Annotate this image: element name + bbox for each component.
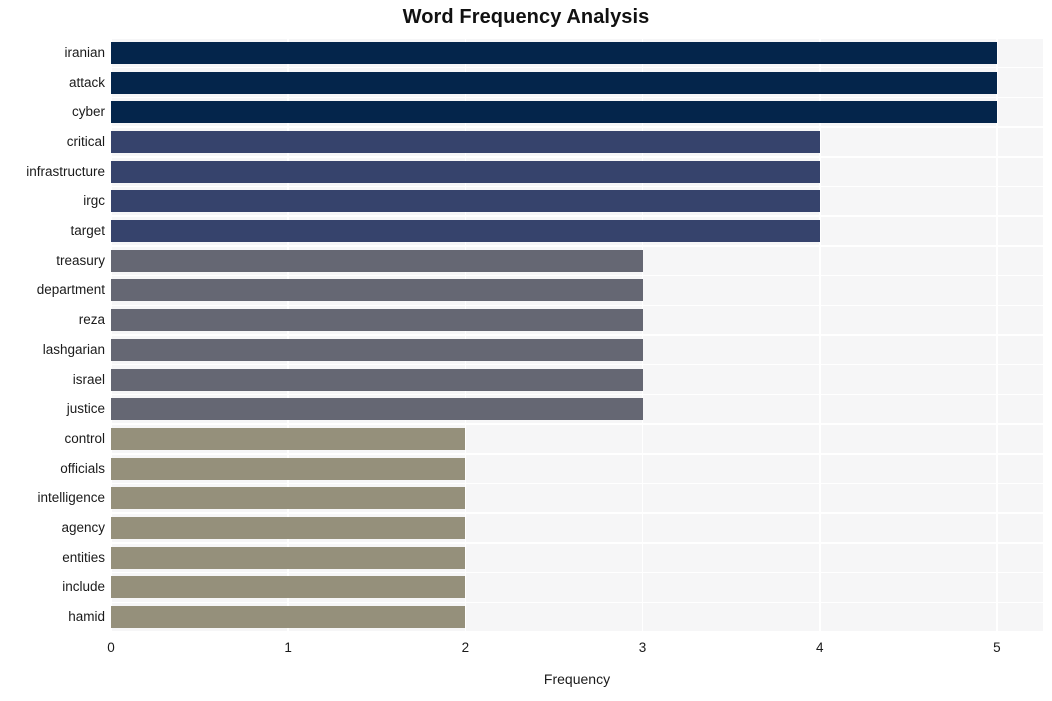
- bar: [111, 130, 820, 153]
- gridline-horizontal: [111, 423, 1043, 425]
- bar: [111, 517, 466, 540]
- gridline-horizontal: [111, 304, 1043, 307]
- y-axis-tick-labels: iranian attack cyber critical infrastructure…: [0, 38, 105, 632]
- gridline-horizontal: [111, 185, 1043, 188]
- y-tick-label: lashgarian: [42, 341, 105, 357]
- gridline-horizontal: [111, 215, 1043, 217]
- gridline-horizontal: [111, 334, 1043, 336]
- y-tick-label: target: [70, 223, 105, 239]
- y-tick-label: intelligence: [37, 490, 105, 506]
- bar: [111, 546, 466, 569]
- gridline-horizontal: [111, 542, 1043, 544]
- x-axis-title: Frequency: [543, 671, 611, 687]
- chart-title: Word Frequency Analysis: [402, 6, 650, 28]
- bar: [111, 249, 643, 272]
- bar: [111, 309, 643, 332]
- y-tick-label: irgc: [83, 193, 105, 209]
- bar: [111, 427, 466, 450]
- y-tick-label: justice: [66, 401, 105, 417]
- y-tick-label: include: [62, 579, 105, 595]
- y-tick-label: attack: [68, 74, 105, 90]
- gridline-horizontal: [111, 393, 1043, 396]
- gridline-horizontal: [111, 482, 1043, 485]
- bar: [111, 41, 997, 64]
- gridline-horizontal: [111, 601, 1043, 604]
- gridline-horizontal: [111, 38, 1043, 39]
- bar: [111, 71, 997, 94]
- bar: [111, 457, 466, 480]
- y-tick-label: israel: [72, 371, 105, 387]
- y-tick-label: infrastructure: [26, 163, 105, 179]
- bar: [111, 101, 997, 124]
- x-tick-label: 4: [815, 640, 824, 655]
- y-tick-label: iranian: [64, 44, 105, 60]
- x-tick-label: 2: [461, 640, 470, 655]
- gridline-horizontal: [111, 363, 1043, 366]
- bar: [111, 487, 466, 510]
- word-frequency-chart: Word Frequency Analysis iranian attack cyb…: [0, 0, 1052, 701]
- y-tick-label: critical: [66, 133, 105, 149]
- gridline-horizontal: [111, 66, 1043, 69]
- bar: [111, 368, 643, 391]
- y-tick-label: entities: [62, 549, 105, 565]
- gridline-horizontal: [111, 274, 1043, 277]
- bar: [111, 576, 466, 599]
- x-axis-tick-labels: 0 1 2 3 4 5: [0, 640, 1052, 662]
- gridline-horizontal: [111, 156, 1043, 158]
- y-tick-label: treasury: [56, 252, 105, 268]
- gridline-horizontal: [111, 453, 1043, 455]
- gridline-horizontal: [111, 631, 1043, 632]
- gridline-horizontal: [111, 512, 1043, 514]
- y-tick-label: officials: [60, 460, 105, 476]
- y-tick-label: control: [64, 430, 105, 446]
- x-tick-label: 5: [993, 640, 1001, 655]
- x-tick-label: 0: [107, 640, 115, 655]
- y-tick-label: hamid: [68, 609, 105, 625]
- gridline-horizontal: [111, 571, 1043, 574]
- bar: [111, 190, 820, 213]
- bar: [111, 160, 820, 183]
- y-tick-label: agency: [61, 520, 105, 536]
- gridline-horizontal: [111, 126, 1043, 128]
- plot-area: [111, 38, 1043, 632]
- gridline-horizontal: [111, 245, 1043, 247]
- x-tick-label: 1: [284, 640, 292, 655]
- y-tick-label: cyber: [71, 104, 105, 120]
- bar: [111, 606, 466, 629]
- bar: [111, 398, 643, 421]
- y-tick-label: department: [36, 282, 105, 298]
- x-tick-label: 3: [638, 640, 647, 655]
- gridline-horizontal: [111, 96, 1043, 99]
- bar: [111, 338, 643, 361]
- bar: [111, 279, 643, 302]
- y-tick-label: reza: [78, 312, 105, 328]
- bar: [111, 220, 820, 243]
